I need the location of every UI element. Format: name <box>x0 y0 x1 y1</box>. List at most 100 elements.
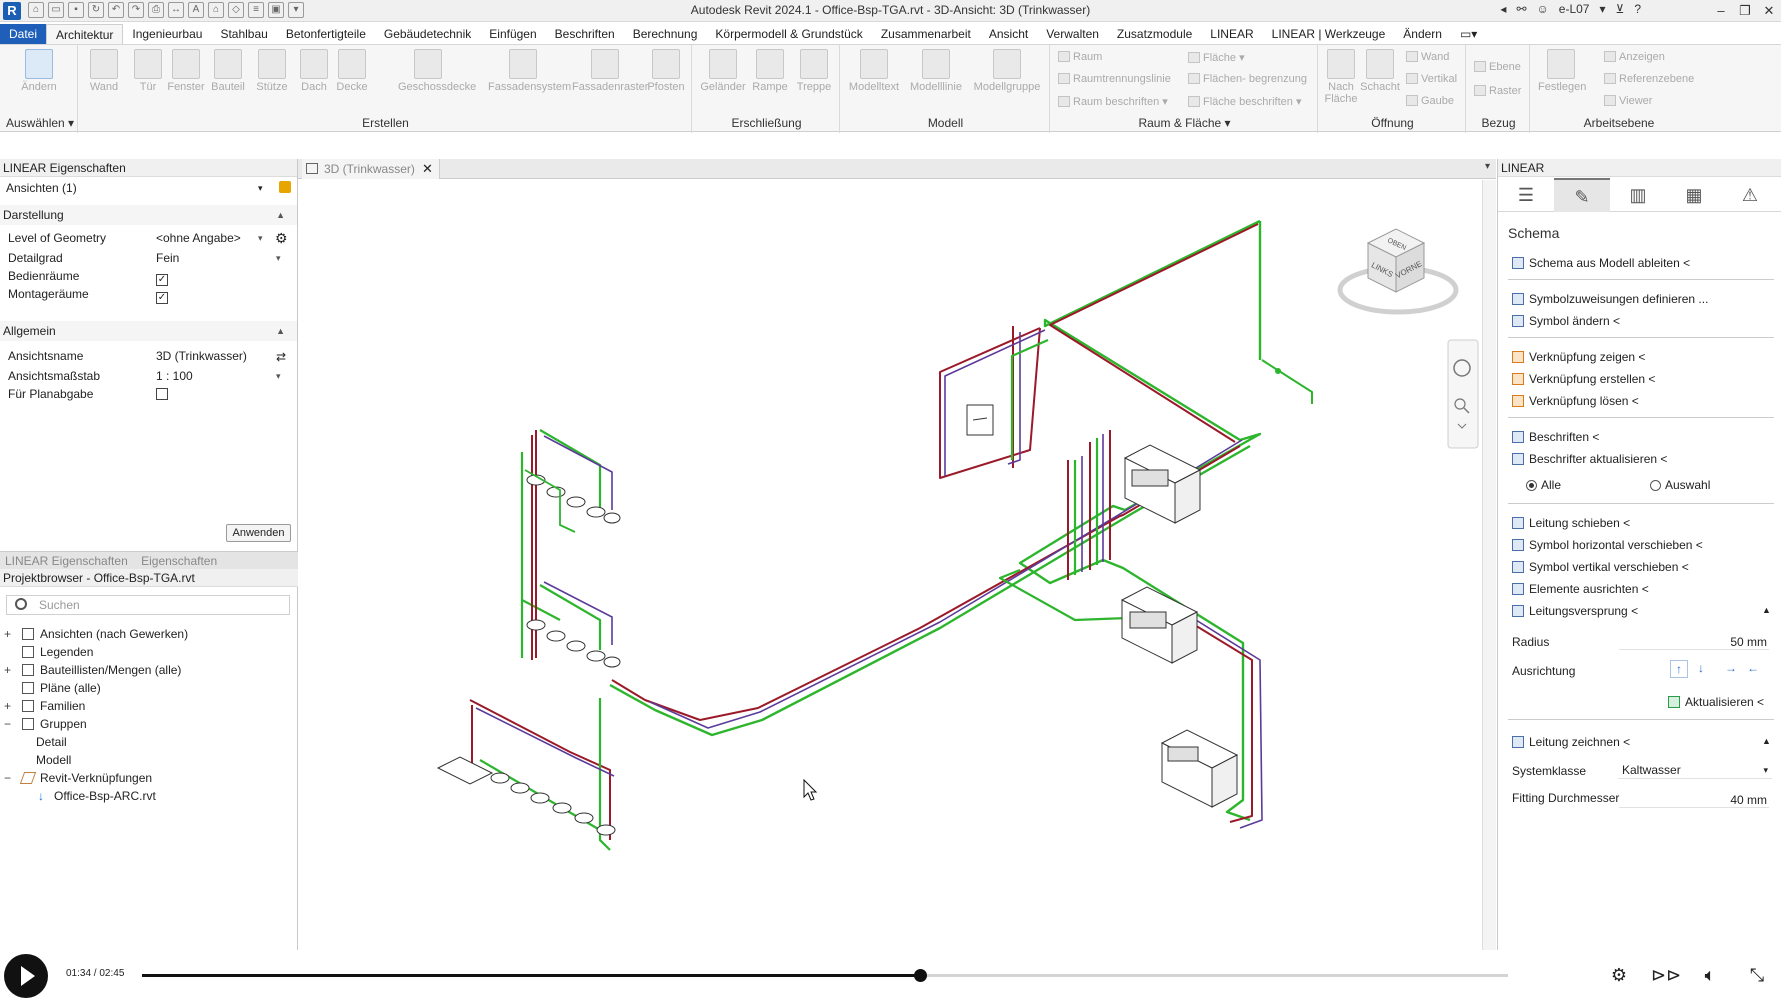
lock-icon[interactable] <box>279 181 291 193</box>
binoculars-icon[interactable]: ⚯ <box>1516 2 1526 16</box>
tree-item-families[interactable]: + Familien <box>0 697 298 715</box>
column-button[interactable]: Stütze <box>252 49 292 93</box>
tree-item-legends[interactable]: Legenden <box>0 643 298 661</box>
define-symbols-button[interactable]: Symbolzuweisungen definieren ... <box>1512 290 1708 308</box>
change-symbol-button[interactable]: Symbol ändern < <box>1512 312 1620 330</box>
radio-unselected[interactable] <box>1650 480 1661 491</box>
tab-architecture[interactable]: Architektur <box>46 24 124 44</box>
fitting-diameter-field[interactable]: 40 mm <box>1619 793 1769 808</box>
3d-viewport[interactable]: OBEN LINKS VORNE <box>300 180 1482 950</box>
gear-icon[interactable]: ⚙ <box>275 229 288 247</box>
room-separator-button[interactable]: Raumtrennungslinie <box>1058 73 1171 85</box>
tree-item-revit-links[interactable]: − Revit-Verknüpfungen <box>0 769 298 787</box>
collapse-icon[interactable]: ▲ <box>1762 736 1771 746</box>
section-icon[interactable]: ◇ <box>228 2 244 18</box>
tree-item-sheets[interactable]: Pläne (alle) <box>0 679 298 697</box>
play-button[interactable] <box>4 954 48 998</box>
prop-value[interactable]: 3D (Trinkwasser) <box>156 347 247 365</box>
home-icon[interactable]: ⌂ <box>28 2 44 18</box>
prop-checkbox[interactable]: ✓ <box>156 285 168 304</box>
home-icon[interactable] <box>306 163 318 174</box>
tab-annotate[interactable]: Beschriften <box>546 24 624 44</box>
radio-all[interactable]: Alle <box>1526 476 1561 494</box>
derive-schema-button[interactable]: Schema aus Modell ableiten < <box>1512 254 1690 272</box>
area-boundary-button[interactable]: Flächen- begrenzung <box>1188 73 1307 85</box>
redo-icon[interactable]: ↷ <box>128 2 144 18</box>
tree-item-views[interactable]: + Ansichten (nach Gewerken) <box>0 625 298 643</box>
tab-view[interactable]: Ansicht <box>980 24 1037 44</box>
line-jump-button[interactable]: Leitungsversprung < <box>1512 602 1638 620</box>
ramp-button[interactable]: Rampe <box>750 49 790 93</box>
wall-button[interactable]: Wand <box>84 49 124 93</box>
revit-logo[interactable]: R <box>3 2 21 20</box>
collapse-icon[interactable]: − <box>4 769 11 787</box>
radio-selected[interactable] <box>1526 480 1537 491</box>
tab-linear-tools[interactable]: LINEAR | Werkzeuge <box>1263 24 1395 44</box>
tab-insert[interactable]: Einfügen <box>480 24 545 44</box>
apply-button[interactable]: Anwenden <box>226 524 291 542</box>
restore-icon[interactable]: ❐ <box>1733 0 1757 22</box>
expand-icon[interactable]: + <box>4 625 11 643</box>
prop-row-scale[interactable]: Ansichtsmaßstab 1 : 100 ▾ <box>0 367 297 385</box>
expand-icon[interactable]: + <box>4 661 11 679</box>
tab-massing[interactable]: Körpermodell & Grundstück <box>706 24 871 44</box>
prop-row-operating-space[interactable]: Bedienräume ✓ <box>0 267 297 286</box>
ceiling-button[interactable]: Decke <box>332 49 372 93</box>
view-scrollbar[interactable] <box>1482 180 1496 950</box>
show-workplane-button[interactable]: Anzeigen <box>1604 51 1665 63</box>
collapse-icon[interactable]: − <box>4 715 11 733</box>
component-button[interactable]: Bauteil <box>208 49 248 93</box>
dormer-button[interactable]: Gaube <box>1406 95 1454 107</box>
tree-item-groups[interactable]: − Gruppen <box>0 715 298 733</box>
tab-properties[interactable]: Eigenschaften <box>136 552 222 570</box>
prop-checkbox[interactable] <box>156 385 168 403</box>
type-dropdown-icon[interactable]: ▾ <box>258 177 263 199</box>
edit-icon[interactable]: ✎ <box>1554 178 1610 212</box>
progress-knob[interactable] <box>914 969 928 982</box>
curtain-system-button[interactable]: Fassadensystem <box>488 49 571 93</box>
arrow-up-icon[interactable]: ↑ <box>1670 660 1688 678</box>
close-icon[interactable]: ✕ <box>1757 0 1781 22</box>
undo-icon[interactable]: ↶ <box>108 2 124 18</box>
grid-button[interactable]: Raster <box>1474 85 1521 97</box>
dropdown-icon[interactable]: ▾ <box>276 249 281 267</box>
tag-area-button[interactable]: Fläche beschriften ▾ <box>1188 95 1301 108</box>
collapse-icon[interactable]: ▲ <box>1762 605 1771 615</box>
update-annotations-button[interactable]: Beschrifter aktualisieren < <box>1512 450 1667 468</box>
draw-line-button[interactable]: Leitung zeichnen < <box>1512 733 1630 751</box>
ref-plane-button[interactable]: Referenzebene <box>1604 73 1694 85</box>
wall-opening-button[interactable]: Wand <box>1406 51 1449 63</box>
user-icon[interactable]: ☺ <box>1537 2 1549 16</box>
update-button[interactable]: Aktualisieren < <box>1668 693 1764 711</box>
align-elements-button[interactable]: Elemente ausrichten < <box>1512 580 1649 598</box>
prop-row-detail[interactable]: Detailgrad Fein ▾ <box>0 249 297 267</box>
system-class-select[interactable]: Kaltwasser ▾ <box>1618 761 1772 779</box>
help-icon[interactable]: ? <box>1634 2 1641 16</box>
tree-item-linked-file[interactable]: ↓ Office-Bsp-ARC.rvt <box>0 787 298 805</box>
print-icon[interactable]: ⎙ <box>148 2 164 18</box>
tree-item-schedules[interactable]: + Bauteillisten/Mengen (alle) <box>0 661 298 679</box>
shaft-button[interactable]: Schacht <box>1360 49 1400 93</box>
qat-dropdown-icon[interactable]: ▾ <box>288 2 304 18</box>
view-cube[interactable]: OBEN LINKS VORNE <box>1337 228 1459 315</box>
playback-speed-icon[interactable]: ⊳⊳ <box>1651 963 1681 987</box>
search-arrow-icon[interactable]: ◂ <box>1500 2 1506 16</box>
collapse-icon[interactable]: ▲ <box>276 205 285 225</box>
tree-item-model[interactable]: Modell <box>0 751 298 769</box>
move-symbol-vertical-button[interactable]: Symbol vertikal verschieben < <box>1512 558 1689 576</box>
move-symbol-horizontal-button[interactable]: Symbol horizontal verschieben < <box>1512 536 1703 554</box>
settings-gear-icon[interactable]: ⚙ <box>1606 963 1632 987</box>
section-general[interactable]: Allgemein ▲ <box>0 321 297 341</box>
sync-icon[interactable]: ↻ <box>88 2 104 18</box>
curtain-grid-button[interactable]: Fassadenraster <box>572 49 648 93</box>
warning-icon[interactable]: ⚠ <box>1722 178 1778 212</box>
3d-view-icon[interactable]: ⌂ <box>208 2 224 18</box>
prop-row-view-name[interactable]: Ansichtsname 3D (Trinkwasser) ⇄ <box>0 347 297 365</box>
prop-checkbox[interactable]: ✓ <box>156 267 168 286</box>
progress-track[interactable] <box>142 969 1508 982</box>
model-group-button[interactable]: Modellgruppe <box>972 49 1042 93</box>
tab-manage[interactable]: Verwalten <box>1037 24 1108 44</box>
calculator-icon[interactable]: ▦ <box>1666 178 1722 212</box>
tab-menu-icon[interactable]: ▾ <box>1485 161 1490 172</box>
minimize-icon[interactable]: – <box>1709 0 1733 22</box>
